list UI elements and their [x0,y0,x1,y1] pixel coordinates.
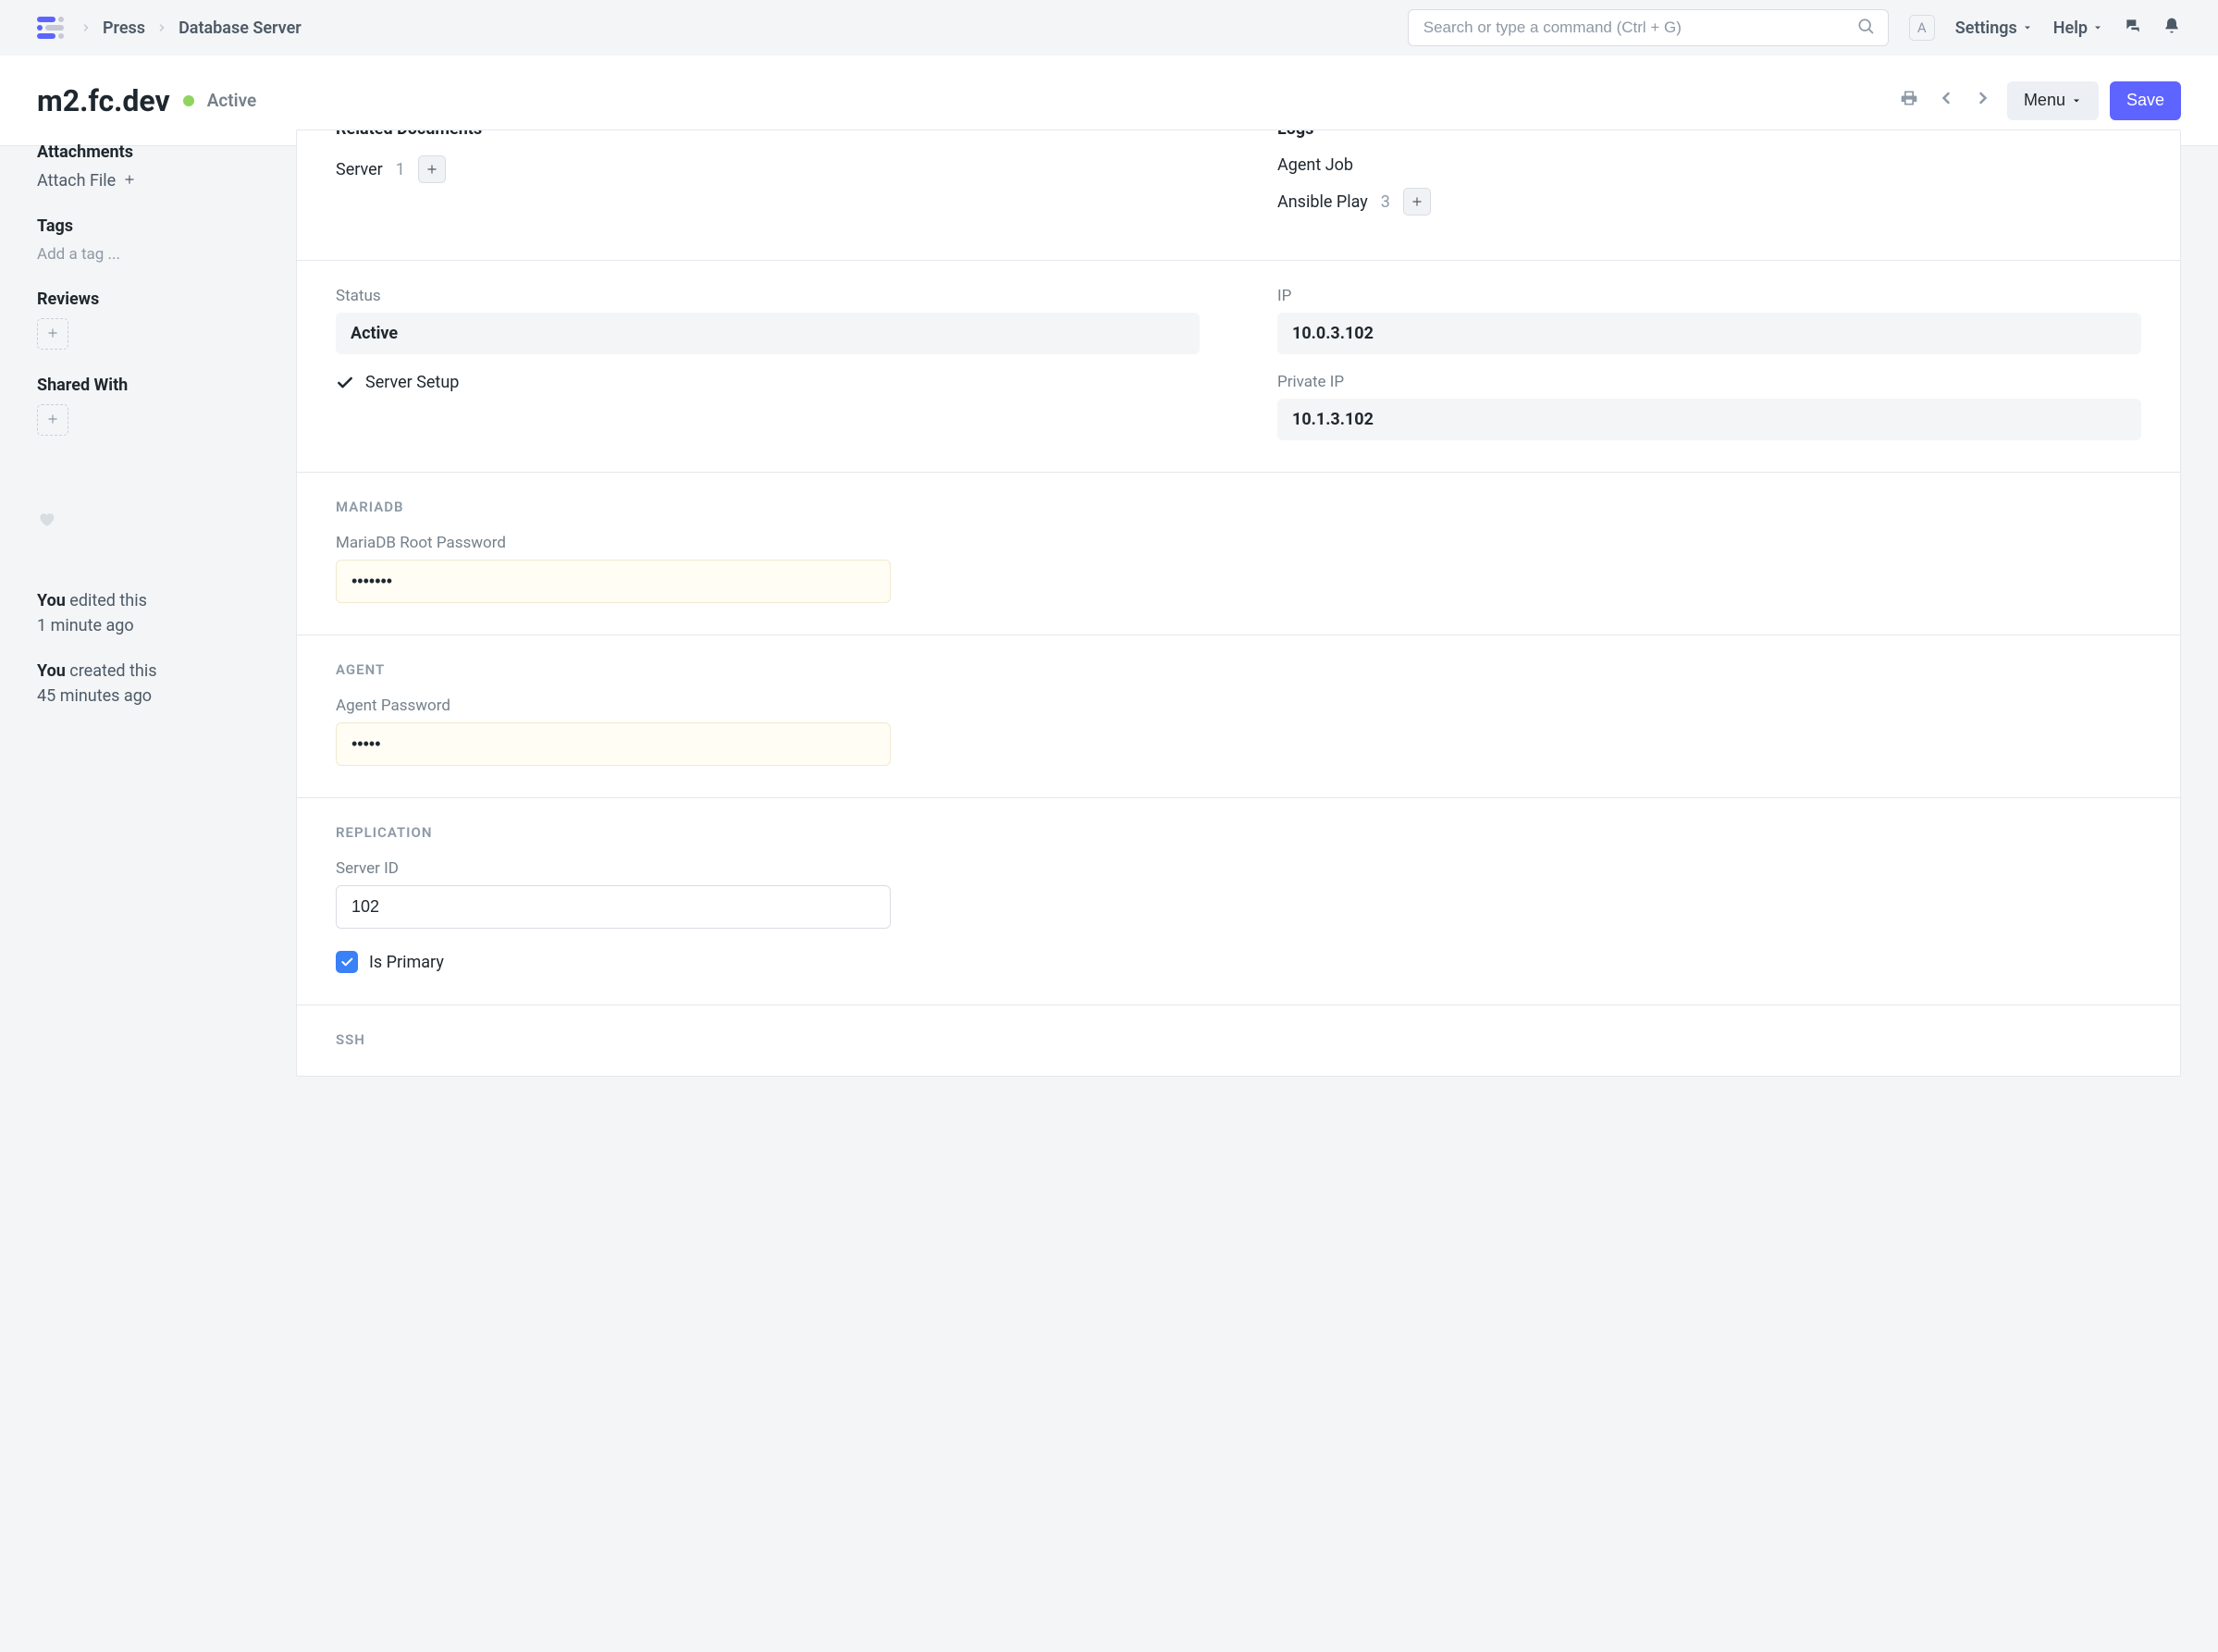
plus-icon [46,411,59,430]
attach-file-label: Attach File [37,171,116,191]
log-item-agent-job[interactable]: Agent Job [1277,155,2141,175]
chevron-right-icon [80,18,92,38]
agent-pw-label: Agent Password [336,697,2141,715]
agent-section: AGENT Agent Password [297,635,2180,798]
log-label: Ansible Play [1277,192,1368,212]
add-related-button[interactable] [418,155,446,183]
check-icon [336,374,354,392]
shared-with-heading: Shared With [37,376,287,395]
menu-button[interactable]: Menu [2007,81,2099,120]
next-icon[interactable] [1970,85,1996,116]
status-dot-icon [183,95,194,106]
reviews-heading: Reviews [37,290,287,309]
ssh-heading: SSH [336,1031,2141,1048]
form-panel: Related Documents Server 1 Logs Agent Jo… [296,129,2181,1077]
print-icon[interactable] [1896,85,1922,116]
mariadb-pw-label: MariaDB Root Password [336,534,2141,552]
attach-file-button[interactable]: Attach File [37,171,287,191]
is-primary-label: Is Primary [369,953,444,972]
help-menu[interactable]: Help [2053,18,2103,38]
timeline-when: 1 minute ago [37,616,134,635]
timeline-action: created this [69,661,156,681]
agent-password-input[interactable] [336,722,891,766]
user-avatar[interactable]: A [1909,15,1935,41]
timeline-who: You [37,661,66,681]
ip-value: 10.0.3.102 [1277,313,2141,354]
server-id-input[interactable] [336,885,891,929]
app-logo[interactable] [37,17,64,39]
chevron-right-icon [156,18,167,38]
is-primary-checkbox[interactable]: Is Primary [336,951,2141,973]
status-section: Status Active Server Setup IP 10.0.3.102… [297,261,2180,473]
breadcrumb-item-dbserver[interactable]: Database Server [179,18,302,38]
timeline: You edited this 1 minute ago You created… [37,588,287,709]
log-label: Agent Job [1277,155,1353,175]
page-title: m2.fc.dev Active [37,83,256,118]
chevron-down-icon [2022,22,2033,33]
logs-heading: Logs [1277,129,2141,139]
search-input[interactable] [1422,18,1856,38]
ssh-section: SSH [297,1005,2180,1076]
private-ip-label: Private IP [1277,373,2141,391]
checkbox-checked-icon [336,951,358,973]
status-label: Status [336,287,1200,305]
log-item-ansible-play[interactable]: Ansible Play 3 [1277,188,2141,216]
server-setup-checkbox[interactable]: Server Setup [336,373,1200,392]
related-item-server[interactable]: Server 1 [336,155,1200,183]
add-review-button[interactable] [37,318,68,350]
heart-icon[interactable] [37,513,55,533]
related-label: Server [336,160,383,179]
top-bar: Press Database Server A Settings Help [0,0,2218,55]
breadcrumb: Press Database Server [80,18,302,38]
prev-icon[interactable] [1933,85,1959,116]
log-count: 3 [1381,192,1390,212]
related-count: 1 [396,160,405,179]
server-id-label: Server ID [336,859,2141,878]
breadcrumb-item-press[interactable]: Press [103,18,145,38]
ip-label: IP [1277,287,2141,305]
timeline-entry: You edited this 1 minute ago [37,588,287,638]
settings-menu[interactable]: Settings [1955,18,2033,38]
agent-heading: AGENT [336,661,2141,678]
search-icon [1856,17,1875,40]
attachments-heading: Attachments [37,142,287,162]
add-share-button[interactable] [37,404,68,436]
plus-icon [46,325,59,344]
related-documents-heading: Related Documents [336,129,1200,139]
timeline-entry: You created this 45 minutes ago [37,659,287,709]
sidebar: Attachments Attach File Tags Add a tag .… [37,124,296,1071]
status-value: Active [336,313,1200,354]
save-button[interactable]: Save [2110,81,2181,120]
menu-label: Menu [2024,91,2065,110]
tags-input[interactable]: Add a tag ... [37,245,287,264]
mariadb-section: MARIADB MariaDB Root Password [297,473,2180,635]
chevron-down-icon [2092,22,2103,33]
timeline-action: edited this [69,591,147,610]
chat-icon[interactable] [2124,17,2142,40]
bell-icon[interactable] [2163,17,2181,40]
related-logs-section: Related Documents Server 1 Logs Agent Jo… [297,130,2180,261]
timeline-when: 45 minutes ago [37,686,152,706]
replication-heading: REPLICATION [336,824,2141,841]
replication-section: REPLICATION Server ID Is Primary [297,798,2180,1005]
private-ip-value: 10.1.3.102 [1277,399,2141,440]
timeline-who: You [37,591,66,610]
settings-label: Settings [1955,18,2017,38]
plus-icon [123,171,136,191]
status-text: Active [207,90,257,111]
chevron-down-icon [2071,95,2082,106]
server-setup-label: Server Setup [365,373,459,392]
mariadb-heading: MARIADB [336,499,2141,515]
mariadb-password-input[interactable] [336,560,891,603]
add-log-button[interactable] [1403,188,1431,216]
tags-heading: Tags [37,216,287,236]
help-label: Help [2053,18,2088,38]
search-box[interactable] [1408,9,1889,46]
doc-name: m2.fc.dev [37,83,170,118]
